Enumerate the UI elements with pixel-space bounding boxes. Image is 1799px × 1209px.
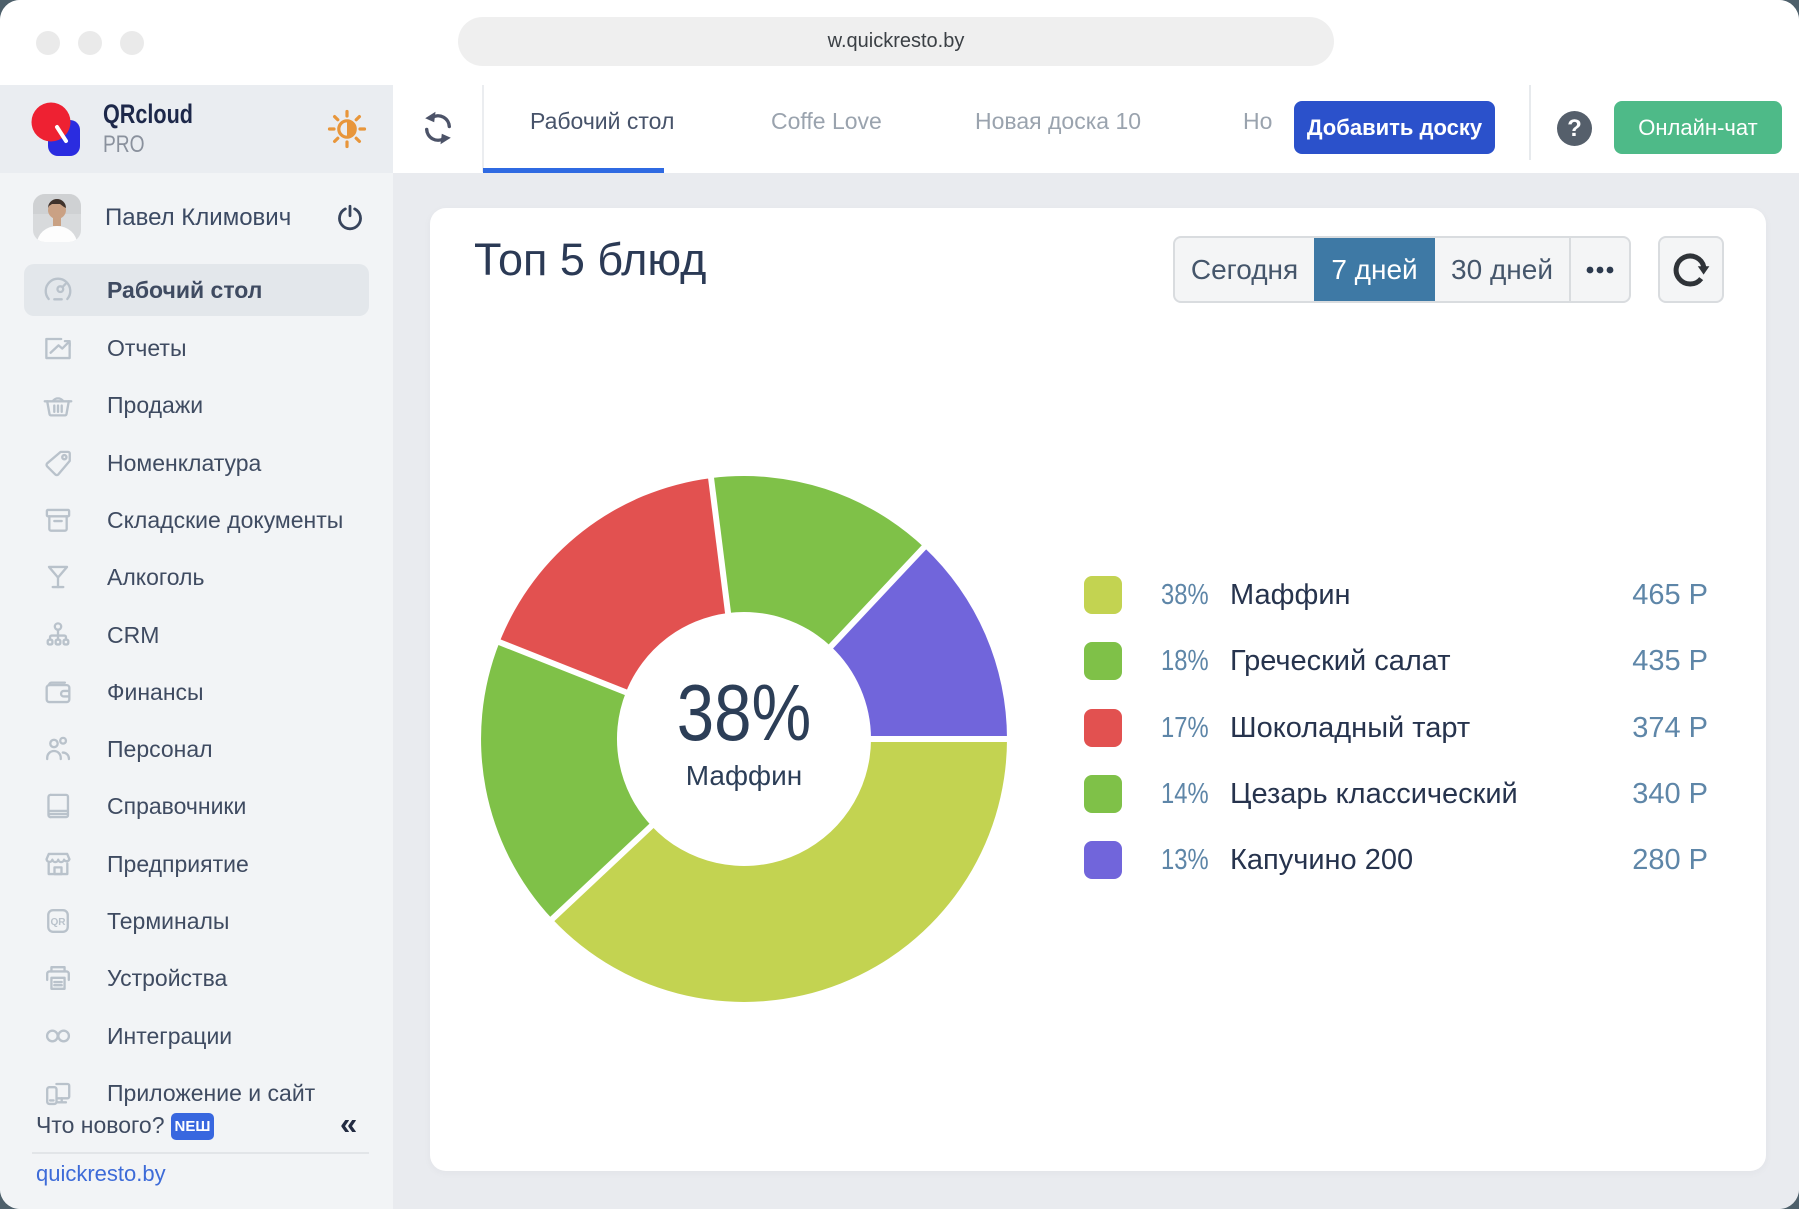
svg-text:QR: QR — [50, 917, 66, 928]
